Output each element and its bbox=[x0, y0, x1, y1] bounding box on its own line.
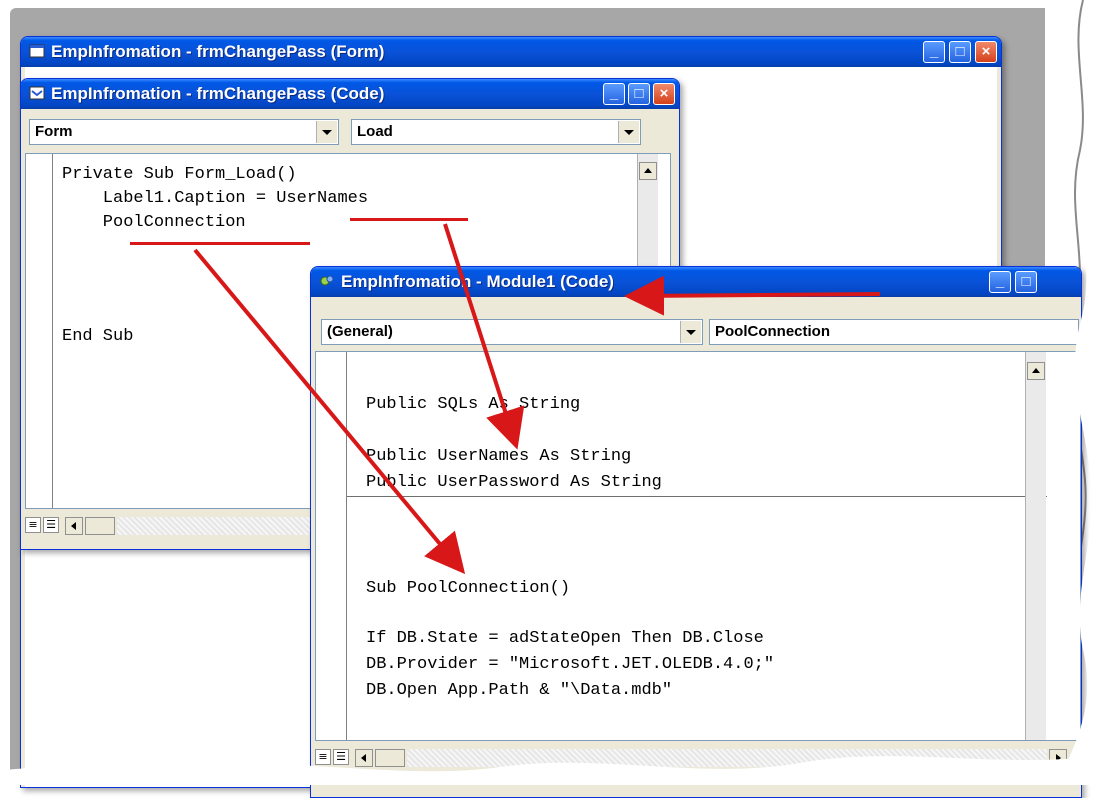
object-combo-value: Form bbox=[35, 123, 73, 140]
procedure-combo[interactable]: Load bbox=[351, 119, 641, 145]
code-line: Private Sub Form_Load() bbox=[62, 165, 297, 184]
code-line: DB.Open App.Path & "\Data.mdb" bbox=[366, 681, 673, 700]
module-procedure-combo-value: PoolConnection bbox=[715, 323, 830, 340]
procedure-separator bbox=[347, 496, 1047, 497]
code-line: Public UserPassword As String bbox=[366, 473, 662, 492]
form-window-title: EmpInfromation - frmChangePass (Form) bbox=[51, 42, 385, 61]
code-line: PoolConnection bbox=[62, 213, 246, 232]
minimize-icon: _ bbox=[995, 273, 1005, 290]
form-window-titlebar[interactable]: EmpInfromation - frmChangePass (Form) _ … bbox=[21, 37, 1001, 67]
maximize-icon: □ bbox=[955, 43, 965, 60]
full-module-view-icon[interactable]: ☰ bbox=[43, 517, 59, 533]
procedure-combo-value: Load bbox=[357, 123, 393, 140]
module-window-title: EmpInfromation - Module1 (Code) bbox=[341, 272, 614, 291]
code-margin bbox=[26, 154, 53, 508]
code-line: Sub PoolConnection() bbox=[366, 579, 571, 598]
minimize-icon: _ bbox=[929, 43, 939, 60]
module-procedure-combo[interactable]: PoolConnection bbox=[709, 319, 1079, 345]
maximize-button[interactable]: □ bbox=[949, 41, 971, 63]
window-icon bbox=[29, 44, 45, 58]
minimize-icon: _ bbox=[609, 85, 619, 102]
code-window-title: EmpInfromation - frmChangePass (Code) bbox=[51, 84, 385, 103]
underline-usernames-annotation bbox=[350, 218, 468, 221]
code-line: Label1.Caption = UserNames bbox=[62, 189, 369, 208]
module-code-margin bbox=[316, 352, 347, 740]
dropdown-arrow-icon[interactable] bbox=[316, 121, 337, 143]
code-window-icon bbox=[29, 86, 45, 100]
scroll-up-icon[interactable] bbox=[639, 162, 657, 180]
module-object-combo[interactable]: (General) bbox=[321, 319, 703, 345]
code-window-minimize-button[interactable]: _ bbox=[603, 83, 625, 105]
dropdown-arrow-icon[interactable] bbox=[680, 321, 701, 343]
dropdown-arrow-icon[interactable] bbox=[618, 121, 639, 143]
close-icon: × bbox=[659, 85, 669, 102]
code-line: DB.Provider = "Microsoft.JET.OLEDB.4.0;" bbox=[366, 655, 775, 674]
torn-edge-overlay bbox=[1055, 0, 1105, 785]
module-object-combo-value: (General) bbox=[327, 323, 393, 340]
underline-poolconnection-annotation bbox=[130, 242, 310, 245]
procedure-view-icon[interactable]: ≡ bbox=[25, 517, 41, 533]
code-line: If DB.State = adStateOpen Then DB.Close bbox=[366, 629, 764, 648]
close-button[interactable]: × bbox=[975, 41, 997, 63]
object-combo[interactable]: Form bbox=[29, 119, 339, 145]
scroll-left-icon[interactable] bbox=[65, 517, 83, 535]
module-window-titlebar[interactable]: EmpInfromation - Module1 (Code) _ □ bbox=[311, 267, 1081, 297]
code-window-close-button[interactable]: × bbox=[653, 83, 675, 105]
code-line: Public UserNames As String bbox=[366, 447, 632, 466]
code-window-maximize-button[interactable]: □ bbox=[628, 83, 650, 105]
horizontal-scroll-thumb[interactable] bbox=[85, 517, 115, 535]
close-icon: × bbox=[981, 43, 991, 60]
maximize-icon: □ bbox=[634, 85, 644, 102]
module-icon bbox=[320, 275, 334, 286]
module-code-editor[interactable]: Public SQLs As String Public UserNames A… bbox=[315, 351, 1081, 741]
code-line: End Sub bbox=[62, 327, 134, 346]
code-line: Public SQLs As String bbox=[366, 395, 581, 414]
code-window-titlebar[interactable]: EmpInfromation - frmChangePass (Code) _ … bbox=[21, 79, 679, 109]
module-window[interactable]: EmpInfromation - Module1 (Code) _ □ (Gen… bbox=[310, 266, 1082, 798]
torn-bottom-edge bbox=[0, 755, 1105, 785]
minimize-button[interactable]: _ bbox=[923, 41, 945, 63]
module-window-minimize-button[interactable]: _ bbox=[989, 271, 1011, 293]
